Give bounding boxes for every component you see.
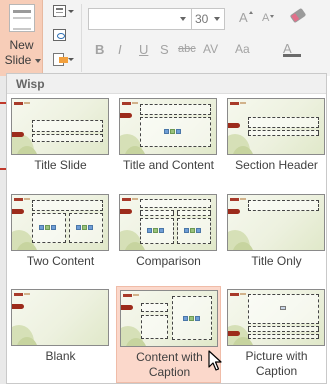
layout-icon	[53, 5, 66, 17]
layout-content-with-caption[interactable]: Content with Caption	[116, 286, 221, 383]
layout-button[interactable]	[50, 3, 74, 21]
chevron-down-icon	[35, 59, 41, 63]
reset-icon	[53, 29, 66, 41]
text-shadow-button[interactable]: S	[160, 42, 169, 57]
section-button[interactable]	[50, 51, 74, 69]
character-spacing-button[interactable]: AV	[203, 42, 218, 56]
new-slide-button[interactable]: New Slide	[0, 0, 43, 76]
layout-label: Title Slide	[34, 158, 87, 172]
new-slide-label-line2: Slide	[4, 53, 32, 67]
font-size-box[interactable]: 30	[192, 8, 225, 30]
layout-label-line2: Caption	[255, 364, 298, 378]
layout-thumbnail	[227, 194, 325, 251]
mouse-pointer-icon	[208, 350, 222, 371]
clear-formatting-icon[interactable]	[289, 7, 307, 24]
layout-label: Section Header	[235, 158, 318, 172]
bold-button[interactable]: B	[95, 42, 104, 57]
chevron-down-icon	[214, 17, 220, 21]
italic-button[interactable]: I	[118, 42, 122, 57]
font-color-bar	[283, 54, 301, 57]
layout-thumbnail	[227, 98, 325, 155]
layout-label: Title and Content	[123, 158, 214, 172]
new-slide-icon	[9, 4, 35, 32]
layout-label: Comparison	[136, 254, 201, 268]
layout-thumbnail	[119, 194, 217, 251]
layout-gallery: Wisp Title Slide Title and Content Secti…	[6, 73, 327, 384]
strikethrough-button[interactable]: abc	[178, 43, 196, 55]
increase-font-size-button[interactable]: A	[239, 10, 253, 25]
layout-two-content[interactable]: Two Content	[8, 191, 113, 271]
layout-comparison[interactable]: Comparison	[116, 191, 221, 271]
layout-label: Two Content	[26, 254, 95, 268]
layout-label: Title Only	[251, 254, 302, 268]
layout-section-header[interactable]: Section Header	[224, 95, 329, 175]
layout-thumbnail	[11, 98, 109, 155]
layout-label: Blank	[45, 349, 76, 363]
layout-blank[interactable]: Blank	[8, 286, 113, 366]
decrease-font-size-button[interactable]: A	[262, 12, 275, 24]
layout-title-and-content[interactable]: Title and Content	[116, 95, 221, 175]
layout-thumbnail	[11, 194, 109, 251]
ribbon-separator	[81, 4, 82, 72]
chevron-down-icon	[68, 10, 74, 13]
reset-button[interactable]	[50, 27, 74, 45]
layout-picture-with-caption[interactable]: Picture with Caption	[224, 286, 329, 383]
layout-label-line2: Caption	[148, 365, 191, 379]
layout-thumbnail	[11, 289, 109, 346]
layout-label-line1: Content with	[136, 350, 203, 364]
layout-title-slide[interactable]: Title Slide	[8, 95, 113, 175]
chevron-down-icon	[68, 58, 74, 61]
new-slide-label-line1: New	[9, 38, 34, 52]
font-size-value: 30	[195, 12, 209, 26]
layout-thumbnail	[120, 290, 218, 347]
layout-thumbnail	[227, 289, 325, 346]
layout-thumbnail	[119, 98, 217, 155]
theme-name: Wisp	[16, 77, 45, 91]
layout-label-line1: Picture with	[245, 349, 308, 363]
section-icon	[53, 53, 68, 66]
chevron-down-icon	[180, 17, 186, 21]
layout-title-only[interactable]: Title Only	[224, 191, 329, 271]
change-case-button[interactable]: Aa	[235, 42, 250, 56]
ribbon: New Slide 30 A A B I U S abc AV Aa A	[0, 0, 330, 76]
font-name-box[interactable]	[88, 8, 192, 30]
underline-button[interactable]: U	[139, 42, 148, 57]
gallery-header: Wisp	[7, 74, 326, 94]
